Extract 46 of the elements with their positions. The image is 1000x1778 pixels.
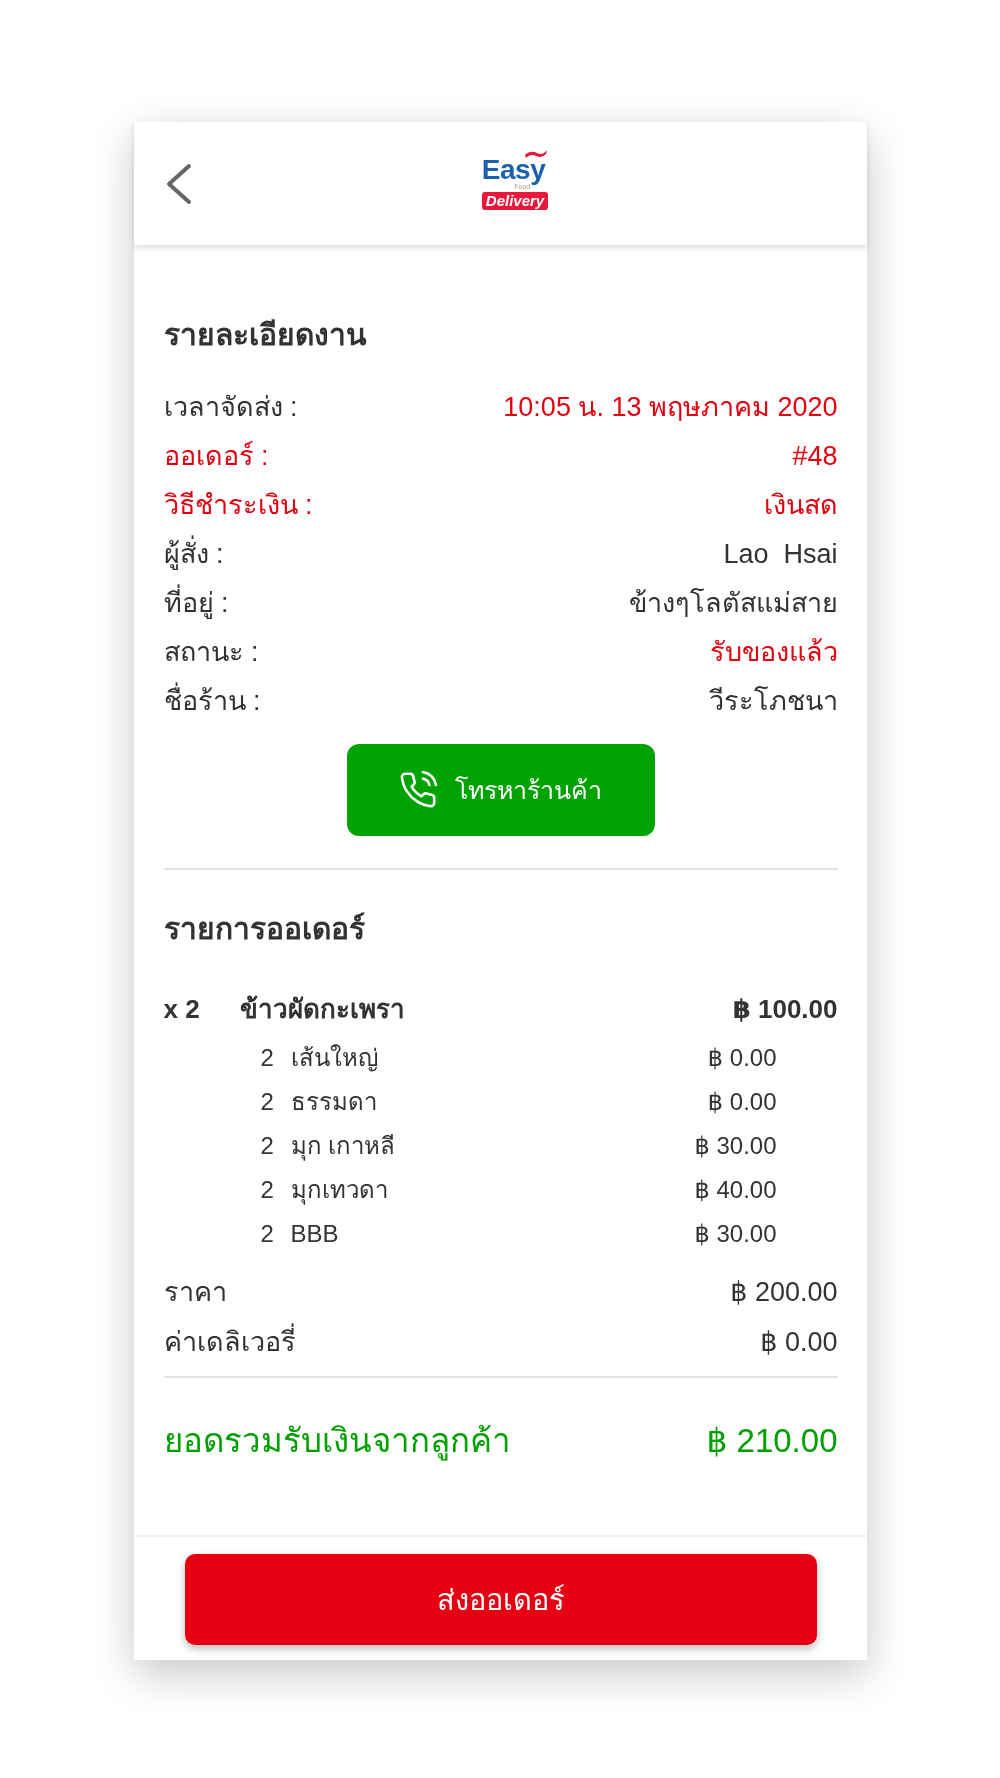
detail-label: ชื่อร้าน : [163,677,261,726]
total-label: ยอดรวมรับเงินจากลูกค้า [163,1421,511,1463]
option-quantity: 2 [260,1219,275,1249]
option-price: ฿ 30.00 [694,1219,777,1249]
item-quantity: x 2 [163,993,201,1026]
item-name: ข้าวผัดกะเพรา [239,993,406,1026]
detail-label: ออเดอร์ : [163,440,269,473]
item-price: ฿ 100.00 [732,993,838,1026]
option-name: มุกเทวดา [290,1175,389,1207]
detail-value: ข้างๆโลตัสแม่สาย [628,587,838,620]
call-store-button[interactable]: โทรหาร้านค้า [346,744,655,836]
option-name: มุก เกาหลี [290,1131,397,1163]
option-quantity: 2 [260,1087,275,1117]
section-title: รายการออเดอร์ [163,911,366,947]
detail-label: สถานะ : [163,636,259,669]
detail-value: รับของแล้ว [709,636,838,669]
charge-value: ฿ 0.00 [760,1326,838,1359]
detail-label: เวลาจัดส่ง : [163,391,298,424]
option-price: ฿ 30.00 [694,1131,777,1161]
section-title: รายละเอียดงาน [163,317,368,353]
option-quantity: 2 [260,1043,275,1073]
option-price: ฿ 0.00 [707,1087,777,1117]
logo-badge: Delivery [481,192,549,210]
phone-icon [399,771,437,809]
detail-value: Lao Hsai [723,538,838,571]
wave-icon [525,150,548,158]
detail-value: วีระโภชนา [708,685,838,718]
detail-label: ผู้สั่ง : [163,530,224,579]
option-name: ธรรมดา [290,1087,378,1117]
charge-value: ฿ 200.00 [730,1276,838,1309]
detail-value: เงินสด [763,489,838,522]
charge-label: ราคา [163,1276,227,1309]
detail-label: วิธีชำระเงิน : [163,489,313,522]
send-order-button[interactable]: ส่งออเดอร์ [184,1554,817,1645]
detail-value: 10:05 น. 13 พฤษภาคม 2020 [503,391,838,424]
option-quantity: 2 [260,1131,275,1161]
logo-wordmark: Easy [481,157,546,183]
option-name: เส้นใหญ่ [290,1043,379,1074]
option-quantity: 2 [260,1175,275,1205]
detail-label: ที่อยู่ : [163,579,229,628]
option-price: ฿ 40.00 [694,1175,777,1205]
option-price: ฿ 0.00 [707,1043,777,1073]
option-name: BBB [290,1219,340,1249]
total-value: ฿ 210.00 [706,1421,838,1461]
detail-value: #48 [792,440,838,473]
charge-label: ค่าเดลิเวอรี่ [163,1317,296,1367]
